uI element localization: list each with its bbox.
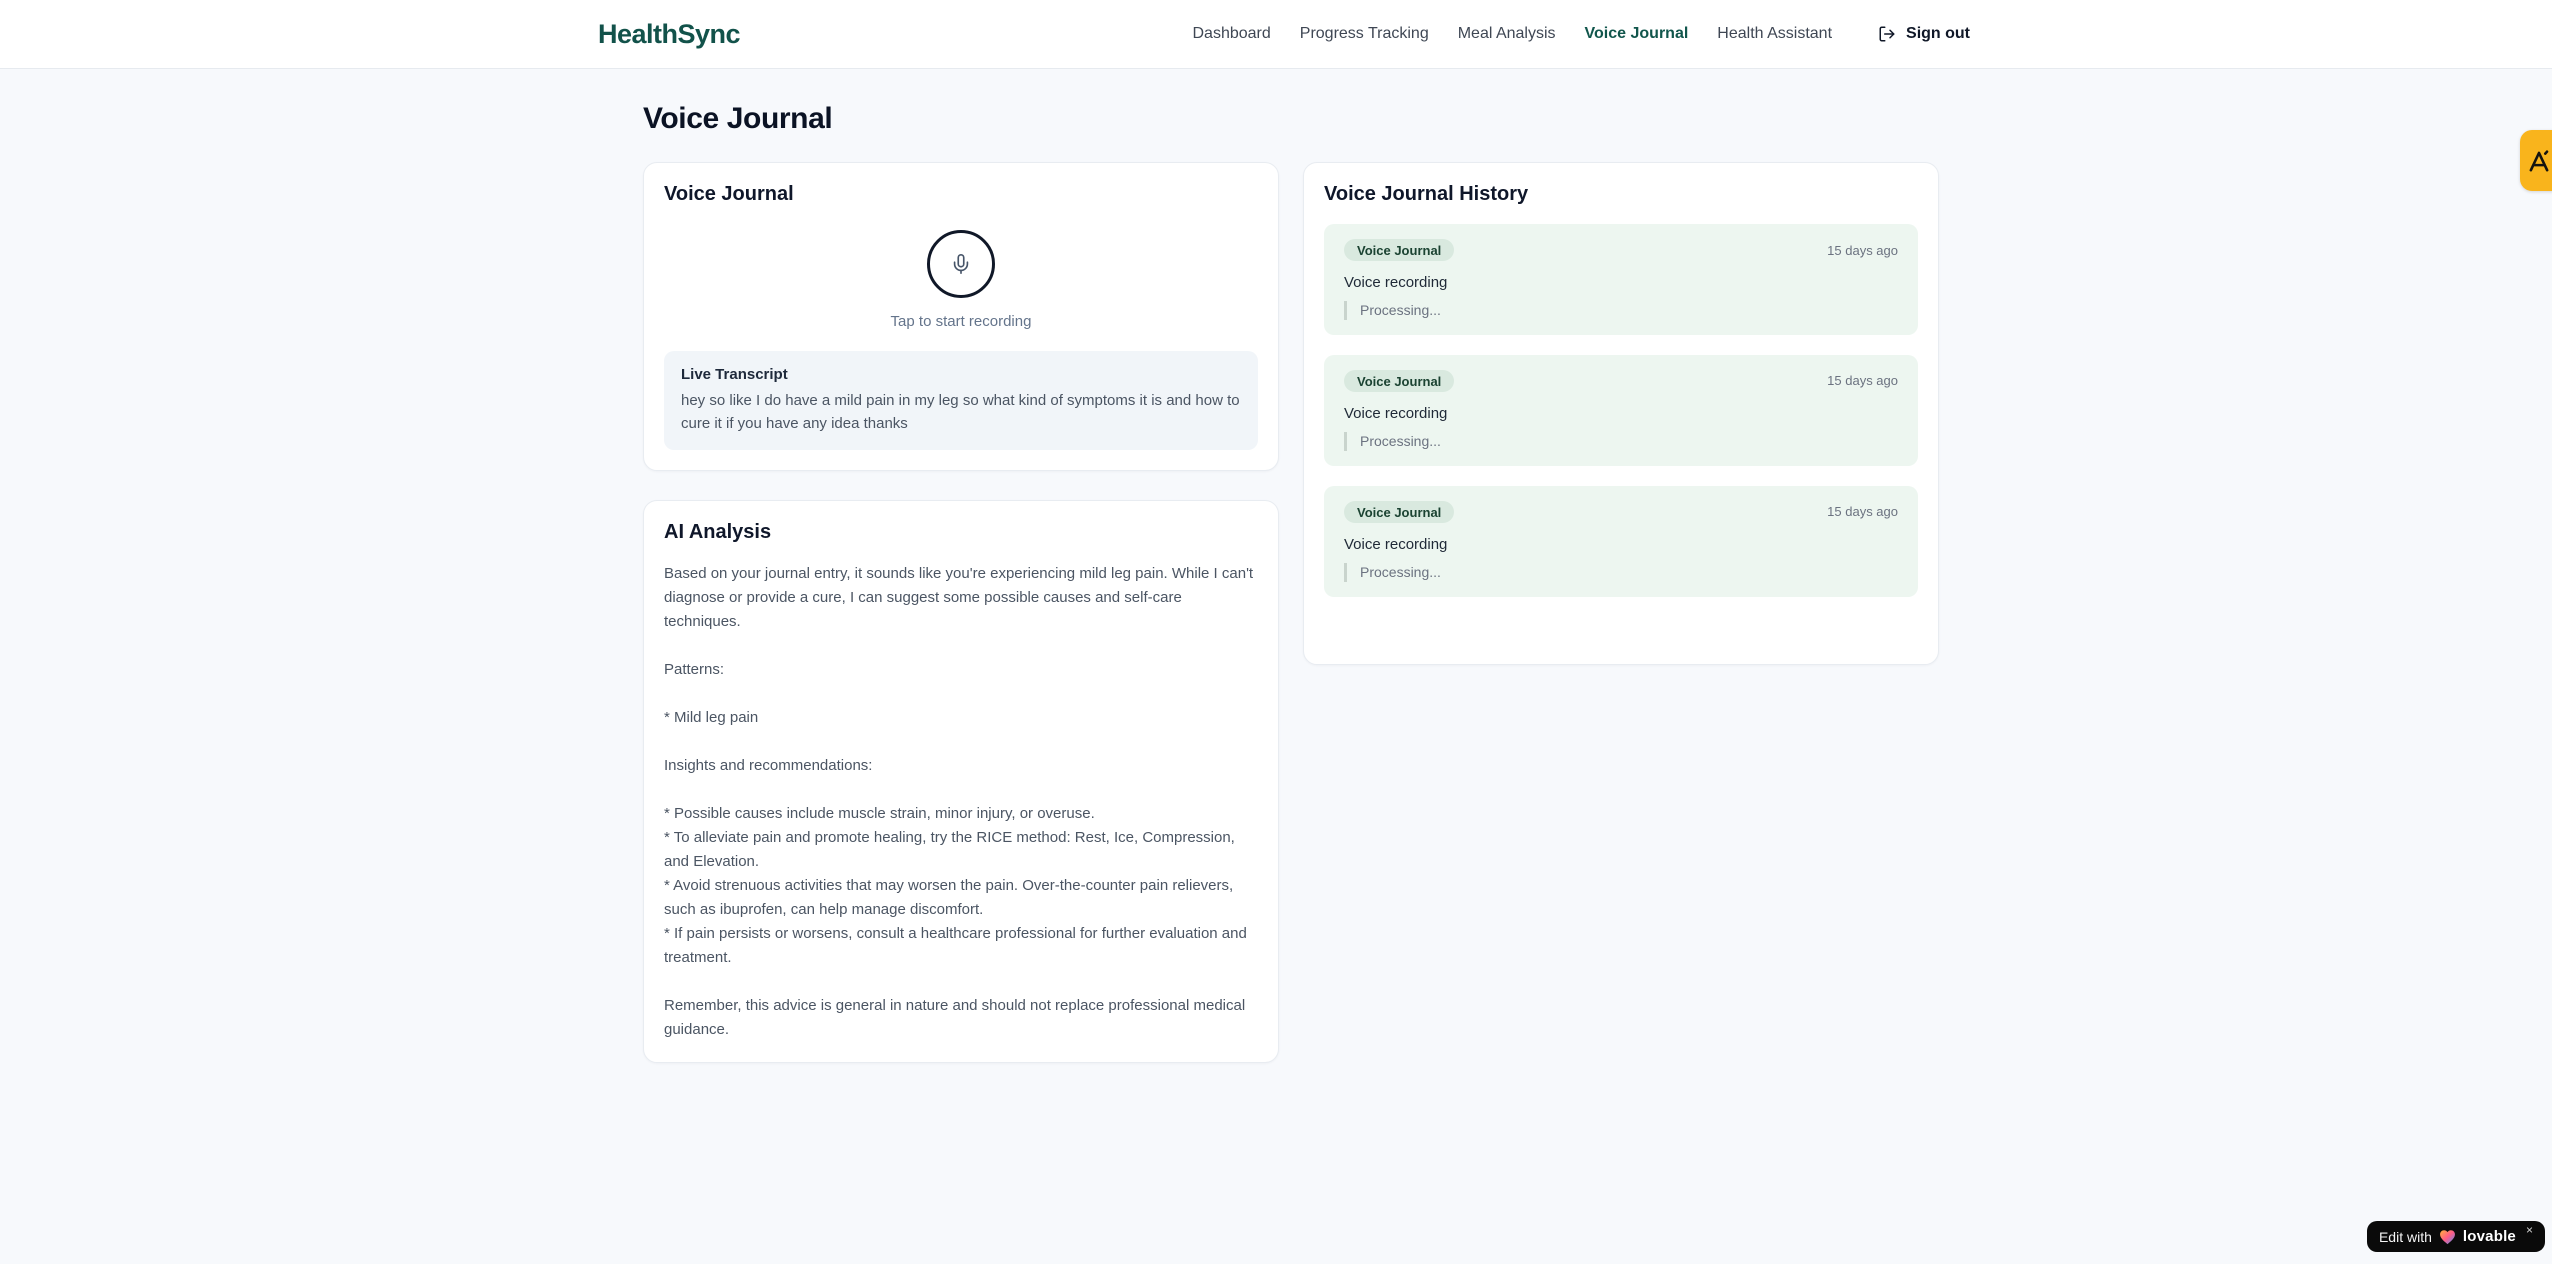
lovable-badge-prefix: Edit with [2378,1228,2432,1245]
history-entry[interactable]: Voice Journal 15 days ago Voice recordin… [1324,224,1918,335]
voice-journal-history-card: Voice Journal History Voice Journal 15 d… [1303,162,1939,665]
live-transcript-box: Live Transcript hey so like I do have a … [664,351,1258,450]
side-widget-button[interactable] [2520,130,2552,191]
main-content: Voice Journal Voice Journal Tap to start… [643,69,1939,1063]
lambda-logo-icon [2526,148,2552,174]
sign-out-icon [1878,25,1896,43]
record-button[interactable] [927,230,995,298]
record-hint: Tap to start recording [890,313,1032,330]
nav-item-meal-analysis[interactable]: Meal Analysis [1458,25,1556,43]
ai-analysis-card: AI Analysis Based on your journal entry,… [643,500,1279,1063]
lovable-badge-brand: lovable [2462,1228,2516,1245]
page-title: Voice Journal [643,102,833,135]
microphone-icon [950,253,972,275]
entry-type-badge: Voice Journal [1344,369,1455,392]
nav-item-health-assistant[interactable]: Health Assistant [1717,25,1832,43]
ai-analysis-text: Based on your journal entry, it sounds l… [664,565,1254,1038]
top-nav-bar: HealthSync Dashboard Progress Tracking M… [0,0,2552,69]
sign-out-button[interactable]: Sign out [1878,25,1970,43]
live-transcript-text: hey so like I do have a mild pain in my … [681,392,1240,432]
entry-timestamp: 15 days ago [1827,242,1898,258]
history-card-title: Voice Journal History [1324,183,1529,205]
lovable-badge[interactable]: Edit with lovable × [2366,1221,2545,1252]
entry-title: Voice recording [1344,274,1448,291]
recorder-card-title: Voice Journal [664,183,794,205]
history-entry[interactable]: Voice Journal 15 days ago Voice recordin… [1324,354,1918,466]
history-entry[interactable]: Voice Journal 15 days ago Voice recordin… [1324,485,1918,597]
entry-type-badge: Voice Journal [1344,500,1455,523]
heart-icon [2439,1229,2456,1245]
entry-title: Voice recording [1344,535,1448,553]
sign-out-label: Sign out [1906,25,1970,42]
nav-item-dashboard[interactable]: Dashboard [1193,25,1271,43]
voice-recorder-card: Voice Journal Tap to start recording Liv… [643,162,1279,471]
entry-processing-status: Processing... [1344,301,1898,320]
entry-timestamp: 15 days ago [1827,373,1898,389]
nav-item-voice-journal[interactable]: Voice Journal [1585,25,1689,43]
close-icon[interactable]: × [2526,1223,2533,1237]
entry-timestamp: 15 days ago [1827,504,1898,520]
primary-nav: Dashboard Progress Tracking Meal Analysi… [1193,25,1971,43]
ai-analysis-title: AI Analysis [664,521,772,543]
entry-type-badge: Voice Journal [1344,239,1455,261]
live-transcript-title: Live Transcript [681,366,788,383]
entry-processing-status: Processing... [1344,431,1898,451]
entry-title: Voice recording [1344,404,1448,422]
entry-processing-status: Processing... [1344,562,1898,582]
brand-logo[interactable]: HealthSync [598,19,741,50]
nav-item-progress-tracking[interactable]: Progress Tracking [1300,25,1429,43]
